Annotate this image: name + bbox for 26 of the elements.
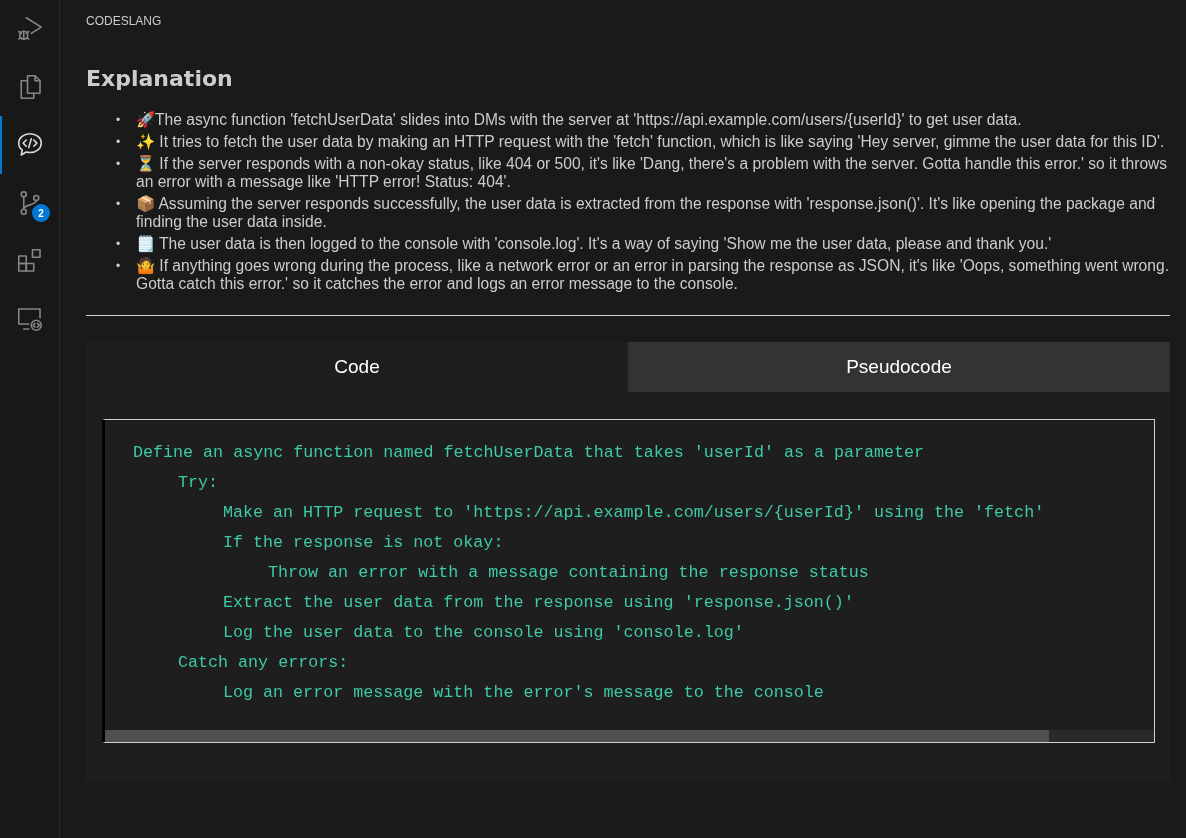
explanation-item: 📦 Assuming the server responds successfully, the user data is extracted from the response with 'response.json()'. It's like opening the package and finding the user data inside.: [136, 194, 1157, 232]
bullet-marker: •: [116, 196, 122, 213]
bullet-marker: •: [116, 112, 122, 129]
code-line: Log the user data to the console using 'console.log': [223, 622, 744, 644]
explanation-item: ✨ It tries to fetch the user data by making an HTTP request with the 'fetch' function, which is like saying 'Hey server, gimme the user data for this ID'.: [136, 132, 1166, 152]
bullet-marker: •: [116, 236, 122, 253]
bullet-marker: •: [116, 134, 122, 151]
code-line: Make an HTTP request to 'https://api.example.com/users/{userId}' using the 'fetch': [223, 502, 1045, 524]
section-heading: Explanation: [86, 66, 234, 91]
code-line: If the response is not okay:: [223, 532, 504, 554]
tab[interactable]: Pseudocode: [628, 342, 1170, 392]
code-line: Throw an error with a message containing the response status: [268, 562, 869, 584]
code-line: Define an async function named fetchUserData that takes 'userId' as a parameter: [133, 442, 925, 464]
explanation-item: 🚀The async function 'fetchUserData' slides into DMs with the server at 'https://api.example.com/users/{userId}' to get user data.: [136, 110, 1023, 130]
bullet-marker: •: [116, 156, 122, 173]
explanation-item: 🤷 If anything goes wrong during the process, like a network error or an error in parsing the response as JSON, it's like 'Oops, something went wrong. Gotta catch this error.' so it catches the error and logs an error message to the console.: [136, 256, 1170, 294]
count-badge: 2: [32, 204, 50, 222]
activity-item[interactable]: 2: [0, 174, 57, 232]
bullet-marker: •: [116, 258, 122, 275]
explanation-item: 🗒 The user data is then logged to the console with 'console.log'. It's a way of saying 'Show me the user data, please and thank you.': [136, 234, 1053, 254]
explanation-item: ⏳ If the server responds with a non-okay status, like 404 or 500, it's like 'Dang, there's a problem with the server. Gotta handle this error.' so it throws an error with a message like 'HTTP error! Status: 404'.: [136, 154, 1169, 192]
code-line: Extract the user data from the response using 'response.json()': [223, 592, 854, 614]
panel-title: CODESLANG: [86, 14, 162, 30]
code-line: Log an error message with the error's message to the console: [223, 682, 824, 704]
code-line: Catch any errors:: [178, 652, 349, 674]
code-line: Try:: [178, 472, 219, 494]
